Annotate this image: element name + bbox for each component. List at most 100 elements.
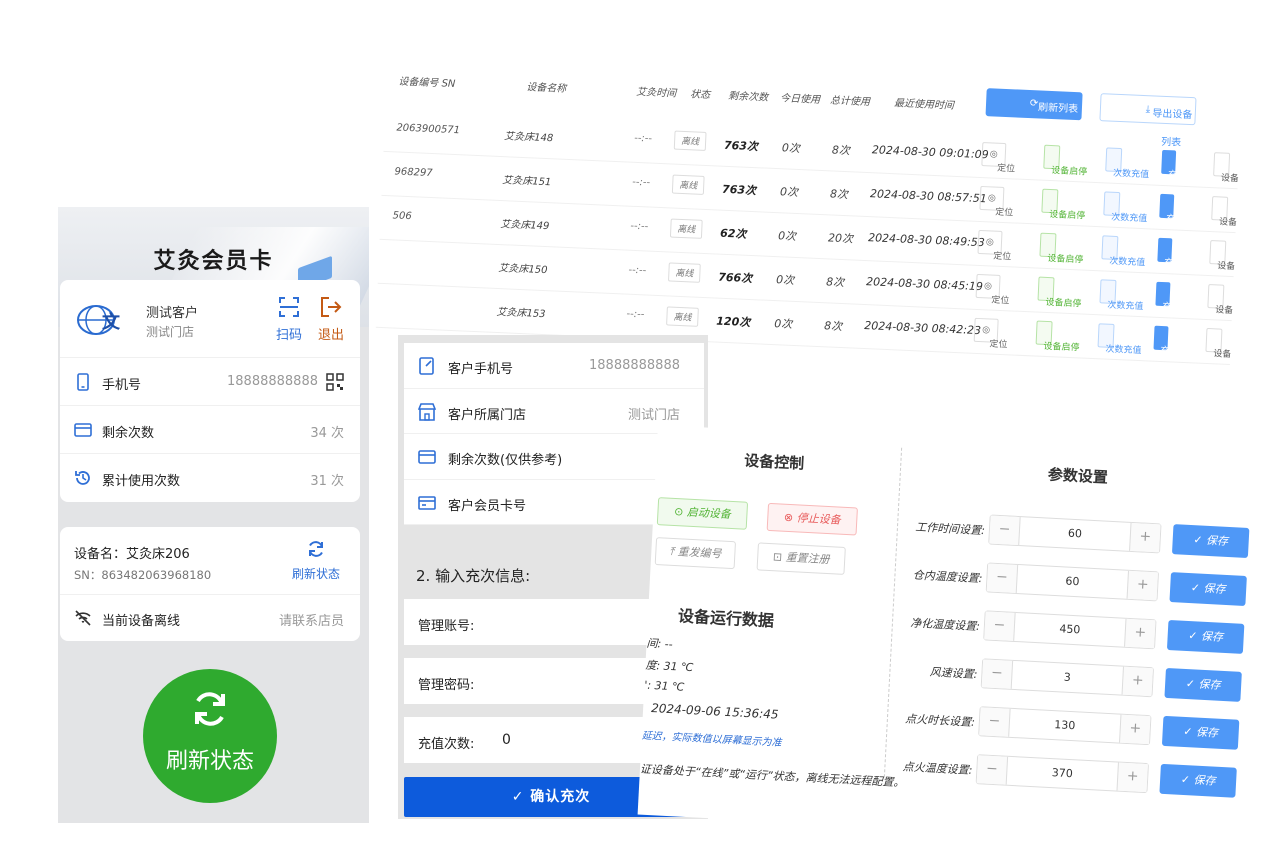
locate-button[interactable]: ◎ 定位 bbox=[975, 273, 1010, 306]
rename-button[interactable]: 设备命名 bbox=[1213, 152, 1242, 185]
param-value[interactable]: 60 bbox=[1017, 572, 1128, 591]
recharge-button[interactable]: 次数充值 bbox=[1105, 147, 1149, 180]
param-stepper[interactable]: −450 + bbox=[983, 610, 1157, 650]
increment-button[interactable]: + bbox=[1116, 762, 1148, 793]
resend-id-button[interactable]: ⤒ 重发编号 bbox=[654, 537, 737, 570]
phone-label: 手机号 bbox=[102, 378, 142, 393]
locate-button[interactable]: ◎ 定位 bbox=[973, 317, 1008, 350]
rename-button[interactable]: 设备命名 bbox=[1205, 327, 1242, 361]
rename-button[interactable]: 设备命名 bbox=[1211, 196, 1242, 229]
time-cell: --:-- bbox=[630, 220, 649, 233]
save-button[interactable]: ✓ 保存 bbox=[1171, 524, 1250, 559]
toggle-device-button[interactable]: 设备启停 bbox=[1035, 320, 1080, 353]
info-value: 18888888888 bbox=[589, 358, 680, 373]
phone-edit-icon bbox=[419, 357, 434, 375]
param-value[interactable]: 3 bbox=[1012, 668, 1123, 687]
export-list-button[interactable]: ⤓ 导出设备列表 bbox=[1099, 93, 1197, 149]
increment-button[interactable]: + bbox=[1119, 714, 1151, 745]
save-button[interactable]: ✓ 保存 bbox=[1161, 715, 1240, 750]
param-value[interactable]: 370 bbox=[1007, 764, 1118, 783]
recharge-record-button[interactable]: 充次记录 bbox=[1155, 281, 1199, 314]
scan-button[interactable]: 扫码 bbox=[274, 296, 304, 343]
decrement-button[interactable]: − bbox=[986, 563, 1019, 594]
toggle-device-button[interactable]: 设备启停 bbox=[1039, 232, 1084, 266]
rename-button-label: 设备命名 bbox=[1215, 305, 1243, 317]
remaining-cell: 62次 bbox=[719, 226, 747, 241]
increment-button[interactable]: + bbox=[1121, 666, 1153, 697]
total-cell: 8次 bbox=[825, 275, 845, 290]
col-total: 总计使用 bbox=[829, 95, 871, 109]
param-stepper[interactable]: −130 + bbox=[978, 706, 1152, 746]
device-name-cell: 艾灸床151 bbox=[501, 175, 552, 189]
recharge-button[interactable]: 次数充值 bbox=[1101, 235, 1145, 268]
recharge-button[interactable]: 次数充值 bbox=[1103, 191, 1147, 224]
increment-button[interactable]: + bbox=[1124, 618, 1156, 649]
locate-button[interactable]: ◎ 定位 bbox=[981, 142, 1015, 174]
recharge-record-button[interactable]: 充次记录 bbox=[1153, 325, 1197, 358]
toggle-device-button[interactable]: 设备启停 bbox=[1041, 188, 1085, 222]
recharge-record-button[interactable]: 充次记录 bbox=[1159, 193, 1202, 226]
total-cell: 8次 bbox=[831, 143, 851, 158]
last-used-cell: 2024-08-20 19:08:35 bbox=[862, 363, 980, 374]
member-card-app: 艾灸会员卡 文 测试客户 测试门店 扫码 退出 手机号 18888888888 … bbox=[58, 207, 369, 823]
wallet-icon bbox=[74, 423, 92, 437]
decrement-button[interactable]: − bbox=[989, 515, 1021, 546]
save-button[interactable]: ✓ 保存 bbox=[1159, 763, 1237, 798]
increment-button[interactable]: + bbox=[1129, 522, 1161, 553]
start-device-button[interactable]: ⊙ 启动设备 bbox=[656, 497, 749, 530]
field-label: 充值次数: bbox=[418, 737, 475, 752]
locate-button[interactable]: ◎ 定位 bbox=[977, 229, 1011, 262]
decrement-button[interactable]: − bbox=[981, 659, 1014, 689]
increment-button[interactable]: + bbox=[1126, 570, 1158, 601]
last-used-cell: 2024-08-30 08:49:53 bbox=[867, 231, 986, 250]
save-button[interactable]: ✓ 保存 bbox=[1166, 619, 1245, 654]
recharge-record-button[interactable]: 充次记录 bbox=[1157, 237, 1200, 270]
toggle-device-button[interactable]: 设备启停 bbox=[1043, 144, 1087, 178]
param-label: 工作时间设置: bbox=[914, 520, 986, 538]
rename-button[interactable]: 设备命名 bbox=[1209, 240, 1242, 273]
rename-button[interactable]: 设备命名 bbox=[1207, 284, 1242, 317]
param-row: 点火时长设置: −130 + ✓ 保存 bbox=[892, 702, 1240, 752]
section-title: 2. 输入充次信息: bbox=[416, 567, 531, 585]
info-value: 测试门店 bbox=[627, 407, 680, 423]
exit-button[interactable]: 退出 bbox=[316, 296, 346, 343]
param-stepper[interactable]: −60 + bbox=[985, 562, 1160, 602]
total-cell: 8次 bbox=[829, 187, 849, 202]
stop-device-button[interactable]: ⊗ 停止设备 bbox=[766, 502, 858, 536]
recharge-button[interactable]: 次数充值 bbox=[1095, 367, 1113, 374]
reset-register-button[interactable]: ⊡ 重置注册 bbox=[756, 542, 846, 575]
param-value[interactable]: 450 bbox=[1015, 620, 1126, 639]
param-value[interactable]: 60 bbox=[1020, 524, 1131, 543]
decrement-button[interactable]: − bbox=[979, 707, 1011, 737]
last-used-cell: 2024-08-30 08:45:19 bbox=[865, 275, 984, 294]
today-cell: 0次 bbox=[781, 141, 801, 156]
big-refresh-button[interactable]: 刷新状态 bbox=[143, 669, 277, 803]
save-button[interactable]: ✓ 保存 bbox=[1169, 572, 1247, 606]
save-button[interactable]: ✓ 保存 bbox=[1164, 667, 1242, 702]
field-value: 0 bbox=[502, 732, 511, 748]
locate-button[interactable]: ◎ 定位 bbox=[979, 185, 1013, 218]
status-badge: 离线 bbox=[666, 306, 699, 327]
recharge-record-button[interactable]: 充次记录 bbox=[1151, 369, 1167, 374]
recharge-button[interactable]: 次数充值 bbox=[1097, 323, 1142, 356]
qrcode-icon[interactable] bbox=[326, 373, 344, 391]
decrement-button[interactable]: − bbox=[984, 611, 1016, 641]
recharge-button[interactable]: 次数充值 bbox=[1099, 279, 1144, 312]
rename-button[interactable]: 设备命名 bbox=[1203, 371, 1221, 374]
time-cell: --:-- bbox=[626, 308, 645, 321]
col-remaining: 剩余次数 bbox=[727, 90, 769, 104]
info-label: 剩余次数(仅供参考) bbox=[448, 453, 563, 468]
param-stepper[interactable]: −3 + bbox=[980, 658, 1154, 698]
refresh-list-button[interactable]: ⟳ 刷新列表 bbox=[985, 88, 1083, 121]
decrement-button[interactable]: − bbox=[976, 755, 1009, 785]
refresh-status-button[interactable]: 刷新状态 bbox=[286, 539, 346, 582]
save-label: 保存 bbox=[1198, 677, 1221, 692]
param-stepper[interactable]: −370 + bbox=[975, 754, 1149, 794]
toggle-device-button[interactable]: 设备启停 bbox=[1037, 276, 1082, 309]
param-value[interactable]: 130 bbox=[1010, 716, 1121, 735]
toggle-device-button[interactable]: 设备启停 bbox=[1033, 364, 1051, 374]
locate-button[interactable]: ◎ 定位 bbox=[971, 361, 997, 374]
device-control-panel: 设备控制 参数设置 ⊙ 启动设备 ⊗ 停止设备 ⤒ 重发编号 ⊡ 重置注册 设备… bbox=[637, 425, 1258, 846]
param-stepper[interactable]: −60 + bbox=[988, 514, 1162, 554]
recharge-record-button[interactable]: 充次记录 bbox=[1161, 149, 1204, 182]
